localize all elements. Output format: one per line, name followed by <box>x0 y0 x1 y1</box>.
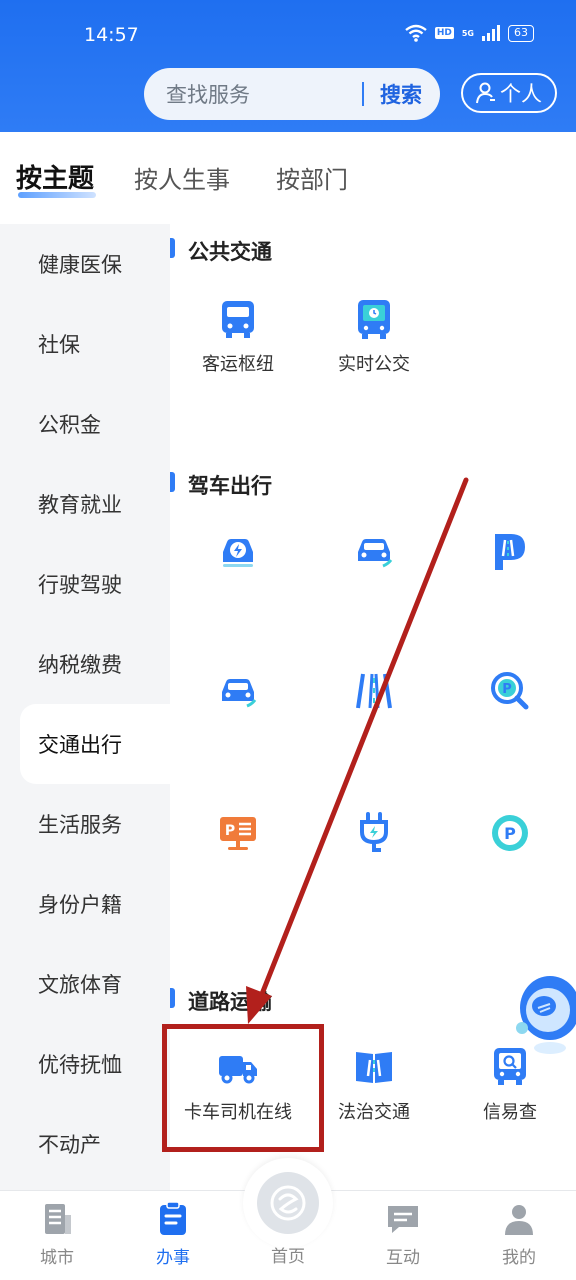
service-parking[interactable]: P <box>442 812 576 864</box>
network-type: 5G <box>461 28 474 38</box>
sidebar-item-social-security[interactable]: 社保 <box>0 304 170 384</box>
parking-icon: P <box>492 815 528 851</box>
status-icons: HD 5G 63 <box>405 24 534 42</box>
service-label: 实时公交 <box>338 354 410 375</box>
home-icon <box>257 1172 319 1234</box>
service-label: 客运枢纽 <box>202 354 274 375</box>
theme-sidebar: 健康医保 社保 公积金 教育就业 行驶驾驶 纳税缴费 交通出行 生活服务 身份户… <box>0 224 170 1190</box>
sidebar-item-health[interactable]: 健康医保 <box>0 224 170 304</box>
sidebar-item-education[interactable]: 教育就业 <box>0 464 170 544</box>
hd-icon: HD <box>434 27 454 39</box>
wifi-icon <box>405 24 427 42</box>
nav-interaction[interactable]: 互动 <box>358 1201 448 1268</box>
chat-icon <box>388 1206 418 1233</box>
section-title-public-transit: 公共交通 <box>188 240 272 264</box>
service-law-traffic[interactable]: 法治交通 <box>306 1046 442 1124</box>
road-parking-icon <box>495 534 525 570</box>
tab-active-underline <box>18 192 96 198</box>
service-realtime-bus[interactable]: 实时公交 <box>306 298 442 376</box>
nav-home[interactable] <box>243 1158 333 1248</box>
sidebar-item-culture-sports[interactable]: 文旅体育 <box>0 944 170 1024</box>
parking-search-icon: P <box>491 672 529 710</box>
sidebar-item-driving[interactable]: 行驶驾驶 <box>0 544 170 624</box>
section-marker <box>170 988 175 1008</box>
car-icon <box>358 539 393 568</box>
ev-charging-car-icon <box>223 539 253 567</box>
nav-label: 办事 <box>156 1248 190 1268</box>
service-icon <box>160 1201 186 1235</box>
service-road-parking[interactable] <box>442 530 576 582</box>
robot-assistant-icon[interactable] <box>510 968 576 1058</box>
road-icon <box>356 673 392 709</box>
search-divider <box>362 82 364 106</box>
service-charging-plug[interactable] <box>306 812 442 864</box>
svg-text:P: P <box>504 824 516 843</box>
battery-icon: 63 <box>508 24 534 42</box>
parking-screen-icon: P <box>220 817 256 850</box>
city-icon <box>45 1204 71 1234</box>
svg-text:P: P <box>225 823 235 839</box>
nav-city[interactable]: 城市 <box>12 1201 102 1268</box>
section-title-driving: 驾车出行 <box>188 474 272 498</box>
charging-plug-icon <box>360 812 388 852</box>
nav-services[interactable]: 办事 <box>128 1201 218 1268</box>
profile-icon <box>505 1205 533 1235</box>
search-button[interactable]: 搜索 <box>380 79 422 109</box>
category-tabs: 按主题 按人生事 按部门 <box>0 132 576 224</box>
service-car-2[interactable] <box>170 670 306 722</box>
sidebar-item-transport[interactable]: 交通出行 <box>20 704 170 784</box>
nav-home-label: 首页 <box>271 1247 305 1267</box>
nav-profile[interactable]: 我的 <box>474 1201 564 1268</box>
search-input[interactable]: 查找服务 搜索 <box>144 68 440 120</box>
sidebar-item-housing-fund[interactable]: 公积金 <box>0 384 170 464</box>
truck-icon <box>219 1056 257 1084</box>
service-ev-charging[interactable] <box>170 530 306 582</box>
service-label: 信易查 <box>483 1102 537 1123</box>
sidebar-item-real-estate[interactable]: 不动产 <box>0 1104 170 1184</box>
tab-by-theme[interactable]: 按主题 <box>16 158 94 195</box>
tab-by-department[interactable]: 按部门 <box>276 160 348 195</box>
nav-label: 城市 <box>40 1248 74 1268</box>
service-parking-screen[interactable]: P <box>170 812 306 864</box>
sidebar-item-tax[interactable]: 纳税缴费 <box>0 624 170 704</box>
personal-label: 个人 <box>500 82 542 106</box>
service-truck-driver-online[interactable]: 卡车司机在线 <box>170 1046 306 1124</box>
realtime-bus-icon <box>358 300 390 339</box>
section-title-road-transport: 道路运输 <box>188 990 272 1014</box>
svg-text:P: P <box>502 682 512 697</box>
section-marker <box>170 238 175 258</box>
app-header: 14:57 HD 5G 63 查找服务 搜索 个人 <box>0 0 576 132</box>
bus-icon <box>222 301 254 338</box>
law-book-icon <box>356 1052 392 1083</box>
signal-icon <box>482 25 500 41</box>
status-time: 14:57 <box>84 24 139 46</box>
service-label: 法治交通 <box>338 1102 410 1123</box>
person-icon <box>476 82 495 104</box>
service-road[interactable] <box>306 670 442 722</box>
service-parking-search[interactable]: P <box>442 670 576 722</box>
section-marker <box>170 472 175 492</box>
service-passenger-hub[interactable]: 客运枢纽 <box>170 298 306 376</box>
sidebar-item-life-services[interactable]: 生活服务 <box>0 784 170 864</box>
search-placeholder: 查找服务 <box>166 83 250 107</box>
nav-label: 互动 <box>386 1248 420 1268</box>
personal-button[interactable]: 个人 <box>461 73 557 113</box>
sidebar-item-preferential[interactable]: 优待抚恤 <box>0 1024 170 1104</box>
sidebar-item-identity[interactable]: 身份户籍 <box>0 864 170 944</box>
service-label: 卡车司机在线 <box>184 1102 292 1123</box>
car-icon <box>222 679 257 708</box>
service-car[interactable] <box>306 530 442 582</box>
nav-label: 我的 <box>502 1248 536 1268</box>
tab-by-life-event[interactable]: 按人生事 <box>134 160 230 195</box>
